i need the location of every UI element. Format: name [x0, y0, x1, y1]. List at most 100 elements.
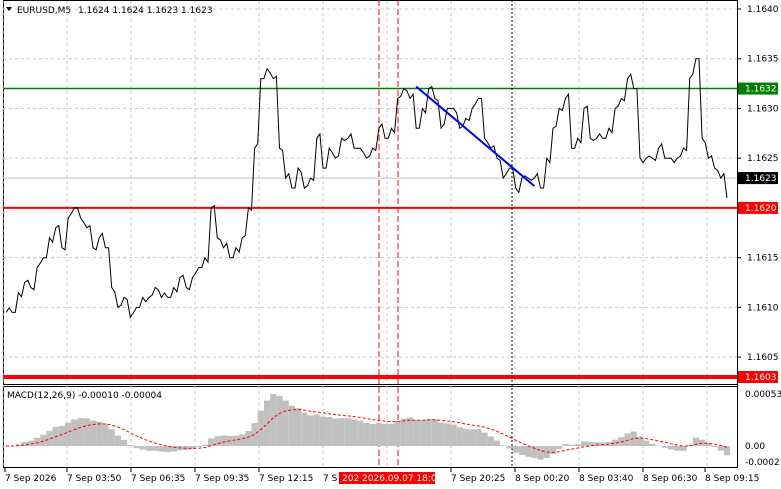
price-tick-label: 1.1610 — [747, 303, 779, 313]
macd-bar — [394, 421, 401, 446]
price-tick-label: 1.1630 — [747, 104, 779, 114]
macd-bar — [152, 446, 159, 451]
time-tick-label: 8 Sep 09:15 — [705, 474, 759, 484]
macd-histogram — [2, 394, 731, 460]
macd-bar — [139, 446, 146, 450]
macd-bar — [444, 423, 451, 446]
macd-bar — [431, 419, 438, 446]
macd-bar — [220, 435, 227, 446]
level-tag-current-label: 1.1623 — [745, 174, 777, 184]
macd-bar — [363, 422, 370, 446]
macd-bar — [624, 433, 631, 446]
trend-line[interactable] — [415, 85, 535, 187]
macd-bar — [580, 441, 588, 446]
macd-bar — [301, 412, 308, 446]
macd-bar — [58, 425, 66, 446]
macd-bar — [723, 446, 731, 456]
macd-bar — [33, 437, 41, 446]
macd-bar — [661, 446, 668, 448]
macd-bar — [481, 432, 488, 446]
macd-bar — [276, 395, 283, 446]
time-tick-label: 8 Sep 00:20 — [515, 474, 570, 484]
macd-bar — [338, 418, 345, 446]
ohlc-values: 1.1624 1.1624 1.1623 1.1623 — [78, 6, 213, 16]
macd-bar — [114, 435, 121, 446]
macd-bar — [357, 420, 364, 446]
macd-bar — [71, 419, 78, 446]
macd-bar — [375, 423, 383, 446]
macd-bar — [245, 431, 252, 446]
chart-window[interactable]: EURUSD,M5 1.1624 1.1624 1.1623 1.1623 1.… — [0, 0, 781, 489]
macd-bar — [232, 435, 240, 446]
macd-bar — [537, 446, 544, 460]
macd-bar — [295, 408, 302, 446]
macd-axis-label: 0.00 — [745, 442, 765, 452]
time-tick-label: 7 Sep 03:50 — [67, 474, 122, 484]
macd-bar — [251, 423, 258, 446]
macd-bar — [158, 446, 165, 452]
level-tag-green-label: 1.1632 — [745, 85, 777, 95]
macd-bar — [388, 423, 395, 446]
time-tick-label: 8 Sep 06:30 — [643, 474, 698, 484]
time-tick-label: 7 Sep 12:15 — [259, 474, 313, 484]
level-tag-red-upper-label: 1.1620 — [745, 204, 777, 214]
symbol-label: EURUSD,M5 — [17, 6, 71, 16]
macd-bar — [425, 419, 432, 446]
macd-bar — [263, 400, 271, 446]
macd-bar — [319, 416, 327, 446]
level-tag-red-lower-label: 1.1603 — [745, 373, 777, 383]
time-tick-label: 7 Sep 20:25 — [451, 474, 505, 484]
macd-bar — [369, 424, 376, 446]
macd-bar — [413, 419, 420, 446]
macd-bar — [437, 422, 445, 446]
macd-bar — [506, 446, 513, 449]
macd-bar — [475, 429, 482, 446]
macd-bar — [469, 429, 476, 446]
macd-bar — [102, 423, 109, 446]
macd-bar — [313, 414, 320, 446]
macd-title: MACD(12,26,9) -0.00010 -0.00004 — [7, 391, 162, 401]
macd-bar — [574, 444, 581, 446]
macd-bar — [717, 446, 724, 451]
macd-bar — [692, 437, 700, 446]
price-tick-label: 1.1635 — [747, 55, 779, 65]
macd-bar — [419, 420, 426, 446]
macd-bar — [556, 446, 563, 449]
price-level-tags: 1.1632 1.1623 1.1620 1.1603 — [738, 82, 778, 384]
macd-bar — [518, 446, 525, 455]
price-tick-label: 1.1640 — [747, 5, 779, 15]
macd-bar — [77, 418, 84, 446]
macd-bar — [524, 446, 532, 457]
macd-bar — [96, 421, 103, 446]
macd-bar — [456, 427, 463, 446]
time-tick-label: 7 Sep 09:35 — [195, 474, 249, 484]
time-tick-label: 7 Sep 06:35 — [131, 474, 185, 484]
macd-bar — [450, 424, 457, 446]
macd-bar — [680, 446, 687, 451]
macd-bar — [382, 423, 389, 446]
price-tick-label: 1.1615 — [747, 254, 779, 264]
macd-bar — [400, 418, 407, 446]
macd-bar — [145, 446, 153, 451]
macd-bar — [288, 405, 296, 446]
macd-bar — [568, 444, 575, 446]
macd-bar — [512, 446, 519, 453]
macd-bar — [711, 446, 718, 447]
price-line-series — [5, 58, 728, 319]
macd-bar — [674, 446, 681, 451]
macd-bar — [307, 415, 314, 446]
macd-bar — [500, 445, 507, 446]
macd-bar — [133, 446, 140, 449]
macd-bar — [326, 417, 333, 446]
price-tick-label: 1.1605 — [747, 353, 779, 363]
macd-bar — [487, 436, 494, 446]
macd-bar — [406, 417, 414, 446]
macd-bar — [108, 429, 115, 446]
macd-bar — [649, 443, 656, 446]
macd-bar — [643, 440, 650, 446]
macd-bar — [65, 422, 72, 446]
macd-bar — [344, 418, 351, 446]
macd-bar — [195, 446, 202, 448]
macd-axis-label: -0.0002 — [745, 458, 780, 468]
main-chart-frame — [3, 0, 738, 385]
